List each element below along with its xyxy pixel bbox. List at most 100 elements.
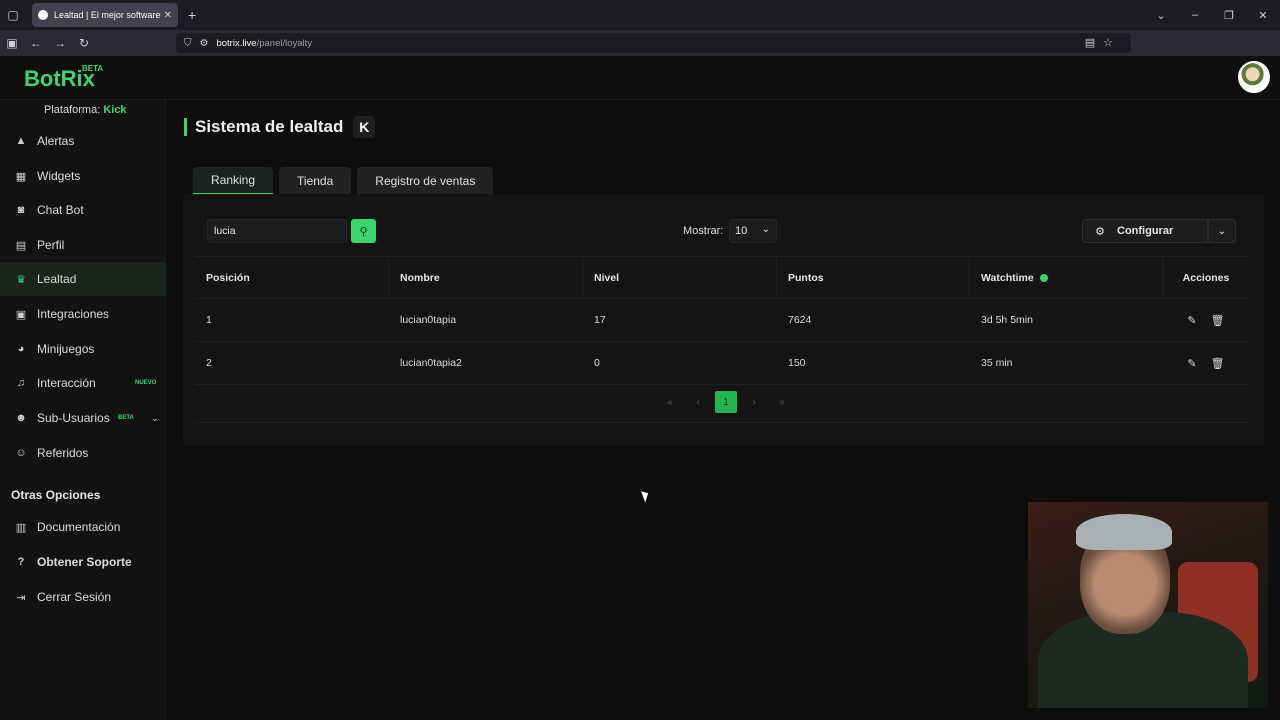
divider (195, 422, 1249, 423)
forward-icon[interactable]: → (48, 36, 72, 50)
show-label: Mostrar: (683, 225, 724, 237)
tab-ranking[interactable]: Ranking (193, 167, 274, 195)
cell-watchtime: 35 min (981, 357, 1013, 369)
column-header-actions: Acciones (1182, 271, 1230, 284)
sidebar-item-integraciones[interactable]: ▣ Integraciones (0, 297, 166, 331)
beta-badge: BETA (118, 415, 134, 421)
edit-icon[interactable]: ✎ (1187, 357, 1196, 370)
sidebar-item-lealtad[interactable]: ♛ Lealtad (0, 262, 166, 296)
chevron-down-icon: ⌄ (761, 224, 770, 235)
sidebar-item-widgets[interactable]: ▦ Widgets (0, 159, 166, 193)
table-header: Posición Nombre Nivel Puntos Watchtime A… (195, 256, 1249, 298)
minimize-icon[interactable]: – (1178, 9, 1212, 21)
tab-tienda[interactable]: Tienda (279, 167, 352, 195)
sidebar-item-documentacion[interactable]: ▥ Documentación (0, 510, 166, 544)
divider (195, 384, 1249, 385)
logo[interactable]: BotRix BETA (24, 64, 103, 92)
sidebar-item-sub-usuarios[interactable]: ☻ Sub-Usuarios BETA ⌄ (0, 401, 166, 435)
cap-shape (1076, 514, 1172, 550)
url-host: botrix.live (216, 37, 257, 49)
tab-list-icon[interactable]: ⌄ (1144, 9, 1178, 22)
trash-icon[interactable]: 🗑 (1211, 314, 1225, 327)
sidebar: Plataforma: Kick ▲ Alertas ▦ Widgets ◙ Chat… (0, 100, 166, 720)
kick-logo-icon: K (353, 116, 376, 138)
address-bar[interactable]: ⛉ ⚙ botrix.live /panel/loyalty ▤☆ (176, 33, 1131, 53)
restore-icon[interactable]: ❐ (1212, 9, 1246, 22)
sidebar-item-referidos[interactable]: ☺ Referidos (0, 436, 166, 470)
top-bar: BotRix BETA (0, 56, 1280, 100)
page-title: Sistema de lealtad K (184, 116, 376, 138)
cell-level: 0 (594, 357, 600, 369)
search-icon: ⚲ (359, 225, 368, 238)
back-icon[interactable]: ← (24, 36, 48, 50)
sidebar-item-cerrar-sesion[interactable]: ⇥ Cerrar Sesión (0, 580, 166, 614)
other-options-title: Otras Opciones (11, 488, 101, 502)
tab-registro-ventas[interactable]: Registro de ventas (357, 167, 494, 195)
question-icon: ? (17, 556, 25, 568)
logo-beta-badge: BETA (82, 64, 104, 73)
configure-dropdown-button[interactable]: ⌄ (1208, 219, 1236, 243)
cell-points: 7624 (788, 314, 812, 326)
sidebar-item-interaccion[interactable]: ♫ Interacción NUEVO (0, 366, 166, 400)
sidebar-item-chat-bot[interactable]: ◙ Chat Bot (0, 193, 166, 227)
cell-actions: ✎ 🗑 (1163, 299, 1249, 341)
configure-button[interactable]: ⚙ Configurar (1082, 219, 1208, 243)
column-header-watchtime[interactable]: Watchtime (970, 257, 1163, 298)
grid-icon: ▦ (15, 170, 27, 183)
warning-icon: ▲ (15, 135, 27, 147)
id-card-icon: ▤ (15, 239, 27, 252)
last-page-icon[interactable]: » (771, 391, 793, 413)
plug-icon: ▣ (15, 308, 27, 321)
site-info-icon[interactable]: ⚙ (200, 38, 209, 49)
sidebar-item-alertas[interactable]: ▲ Alertas (0, 124, 166, 158)
sidebar-item-perfil[interactable]: ▤ Perfil (0, 228, 166, 262)
first-page-icon[interactable]: « (659, 391, 681, 413)
tab-title: Lealtad | El mejor software para (54, 10, 160, 20)
tab-favicon-icon (38, 10, 48, 20)
cell-watchtime: 3d 5h 5min (981, 314, 1033, 326)
table-row: 2 lucian0tapia2 0 150 35 min ✎ 🗑 (195, 341, 1249, 384)
webcam-overlay (1028, 502, 1268, 708)
users-icon: ☻ (15, 412, 27, 424)
edit-icon[interactable]: ✎ (1187, 314, 1196, 327)
bookmark-star-icon[interactable]: ▤☆ (1085, 36, 1121, 49)
page-button-current[interactable]: 1 (715, 391, 737, 413)
pagination: « ‹ 1 › » (659, 391, 793, 413)
browser-tab[interactable]: Lealtad | El mejor software para ✕ (32, 3, 178, 27)
url-path: /panel/loyalty (256, 37, 313, 49)
search-button[interactable]: ⚲ (351, 219, 376, 243)
prev-page-icon[interactable]: ‹ (687, 391, 709, 413)
gamepad-icon: ◕ (17, 343, 25, 355)
book-icon: ▥ (15, 521, 27, 534)
cell-points: 150 (788, 357, 806, 369)
browser-tab-bar: ▢ Lealtad | El mejor software para ✕ + ⌄… (0, 0, 1280, 30)
robot-icon: ◙ (17, 204, 25, 216)
column-header-name[interactable]: Nombre (389, 257, 583, 298)
cell-name: lucian0tapia (400, 314, 457, 326)
shield-icon: ⛉ (184, 37, 192, 49)
tab-close-icon[interactable]: ✕ (164, 10, 172, 21)
window-menu-icon[interactable]: ▢ (0, 0, 26, 30)
gears-icon: ⚙ (1095, 225, 1105, 238)
trophy-icon: ♛ (16, 273, 26, 286)
new-tab-icon[interactable]: + (188, 7, 196, 23)
trash-icon[interactable]: 🗑 (1211, 357, 1225, 370)
cell-level: 17 (594, 314, 606, 326)
column-header-level[interactable]: Nivel (583, 257, 777, 298)
sidebar-item-minijuegos[interactable]: ◕ Minijuegos (0, 332, 166, 366)
sidebar-toggle-icon[interactable]: ▣ (0, 36, 24, 50)
column-header-points[interactable]: Puntos (777, 257, 970, 298)
close-window-icon[interactable]: ✕ (1246, 9, 1280, 22)
user-friends-icon: ☺ (15, 447, 27, 459)
ranking-card: lucia ⚲ Mostrar: 10 ⌄ ⚙ Configurar ⌄ Posic… (183, 194, 1264, 446)
chevron-down-icon: ⌄ (1217, 225, 1227, 237)
reload-icon[interactable]: ↻ (72, 36, 96, 50)
chevron-down-icon[interactable]: ⌄ (151, 413, 159, 424)
search-input[interactable]: lucia (207, 219, 347, 243)
info-icon[interactable] (1039, 273, 1048, 282)
next-page-icon[interactable]: › (743, 391, 765, 413)
page-size-select[interactable]: 10 ⌄ (729, 219, 777, 243)
column-header-position[interactable]: Posición (195, 257, 389, 298)
sidebar-item-obtener-soporte[interactable]: ? Obtener Soporte (0, 545, 166, 579)
avatar[interactable] (1238, 61, 1270, 93)
